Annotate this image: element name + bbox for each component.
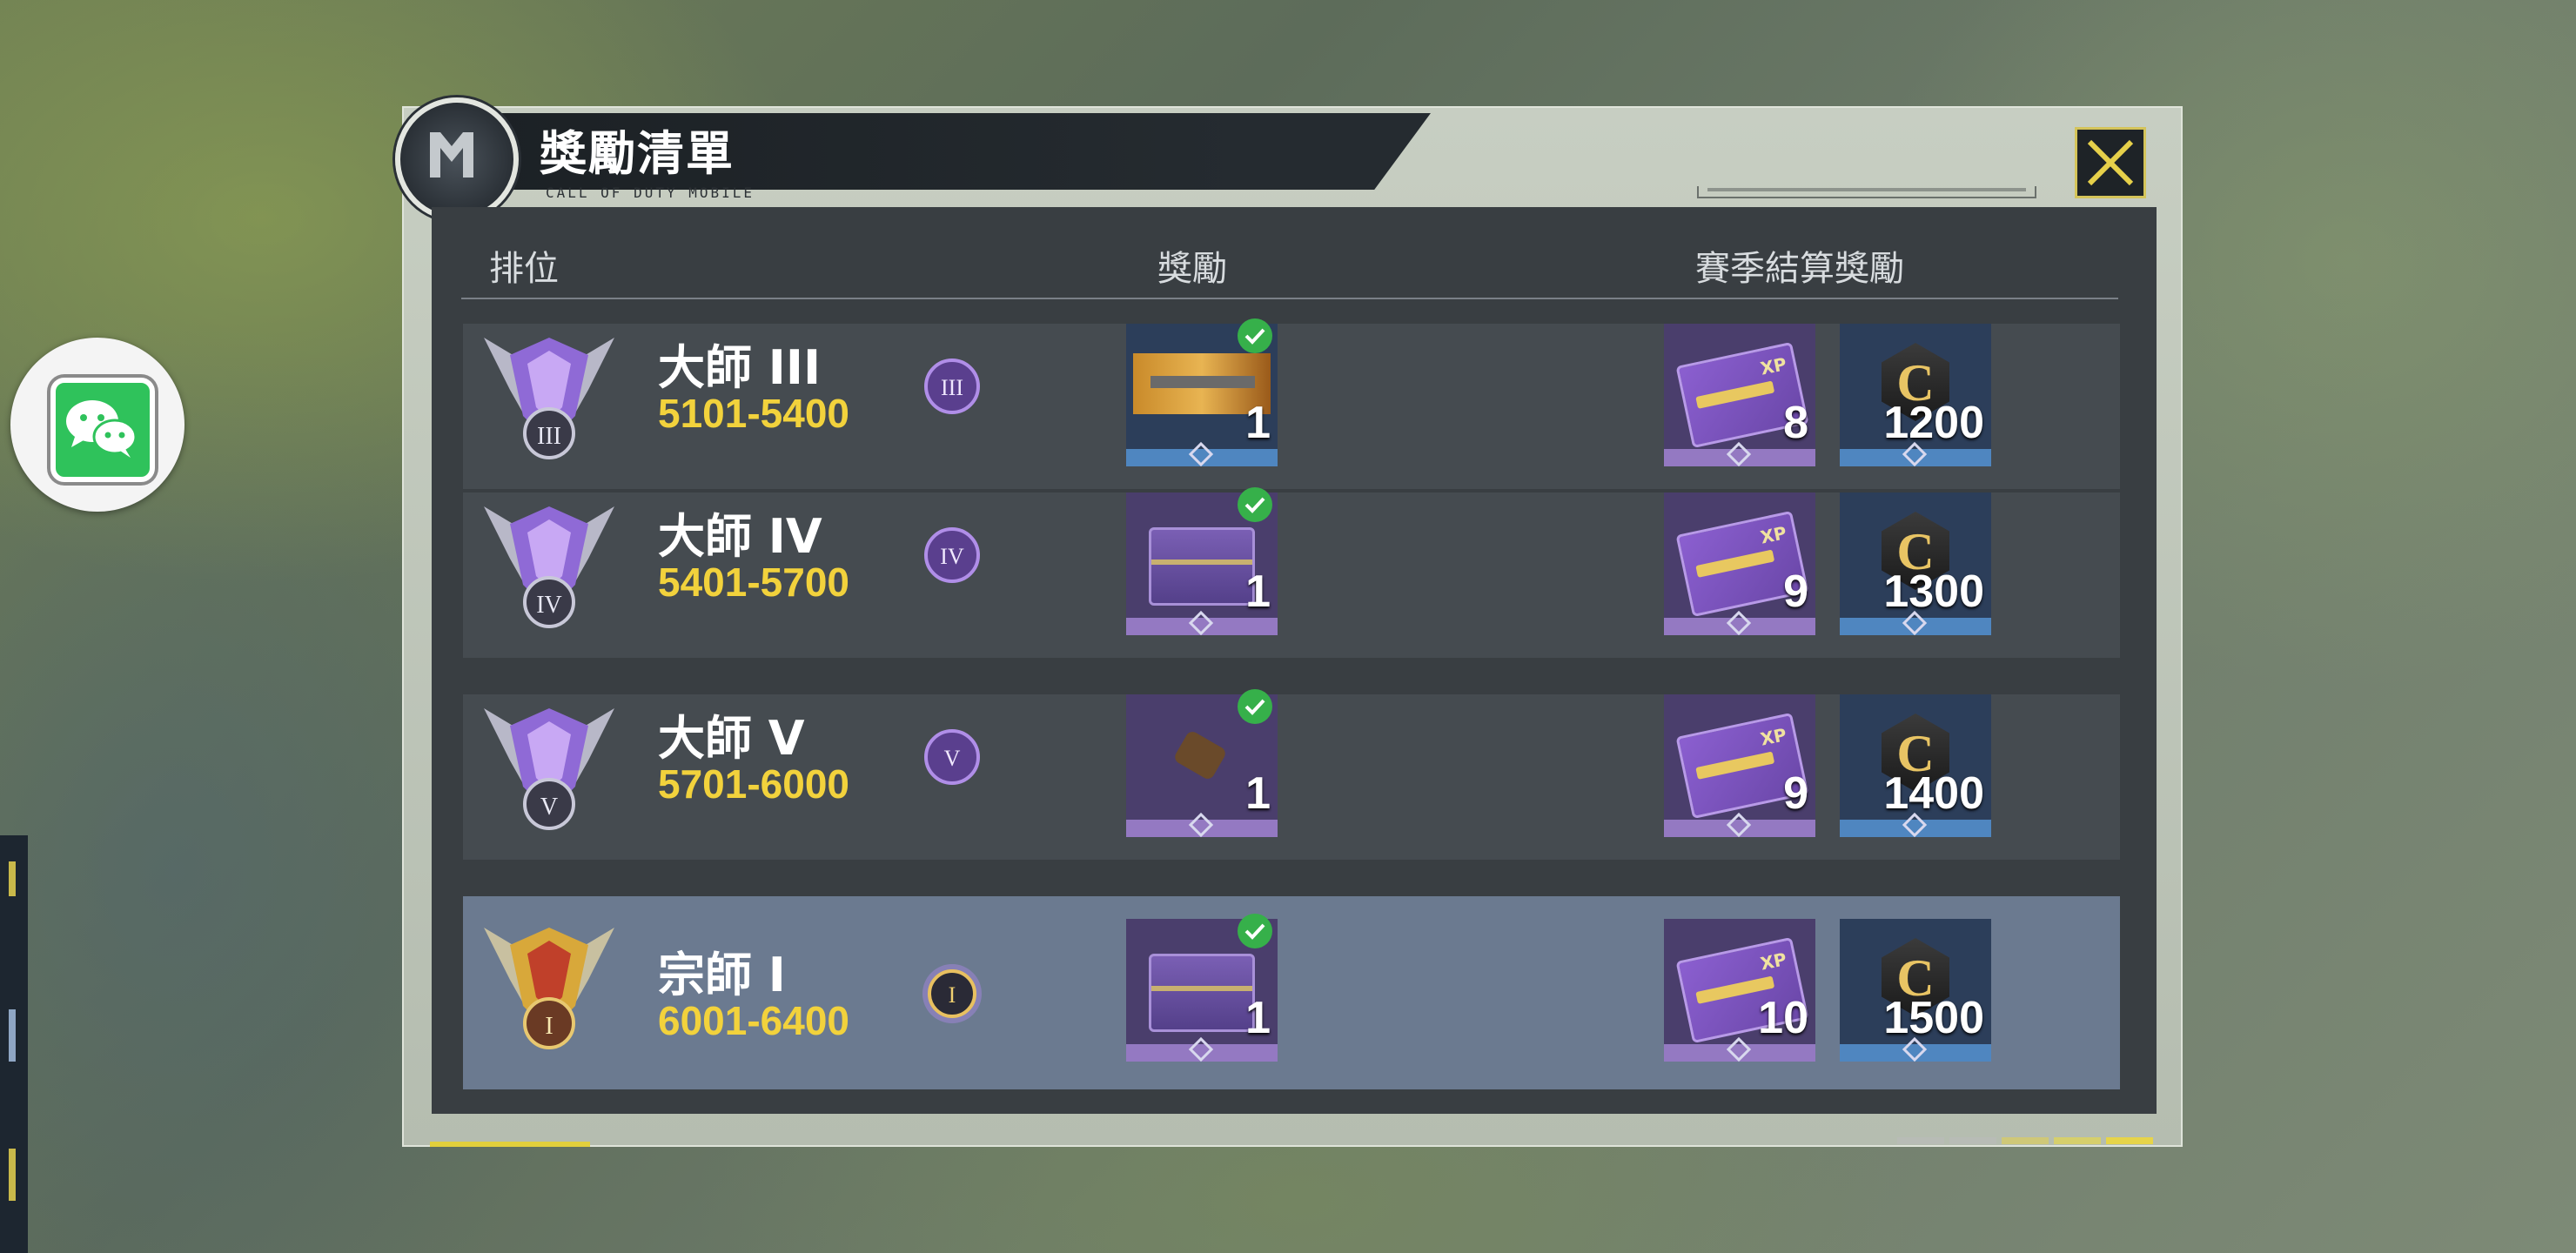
cp-count: 1300 — [1883, 566, 1984, 617]
cp-reward[interactable]: C 1300 — [1840, 492, 1991, 636]
cp-reward[interactable]: C 1400 — [1840, 694, 1991, 838]
rank-name: 大師 IV — [658, 509, 822, 564]
master-rank-medal-icon: V — [484, 708, 614, 830]
svg-text:III: III — [941, 375, 963, 400]
pagination-indicator — [1897, 1131, 2158, 1148]
header-progress-bar — [1697, 186, 2036, 198]
close-button[interactable] — [2075, 127, 2146, 198]
check-icon — [1238, 689, 1272, 724]
table-row[interactable]: III 大師 III 5101-5400 III 1 XP 8 C 1200 — [463, 318, 2120, 489]
xp-card-count: 10 — [1758, 993, 1808, 1043]
close-icon — [2087, 139, 2134, 186]
rank-name: 大師 V — [658, 711, 805, 766]
xp-card-reward[interactable]: XP 9 — [1664, 694, 1815, 838]
cp-count: 1400 — [1883, 768, 1984, 819]
xp-card-reward[interactable]: XP 9 — [1664, 492, 1815, 636]
charm-icon — [1172, 729, 1228, 781]
tier-badge-icon: V — [924, 729, 980, 785]
reward-item-card[interactable]: 1 — [1126, 487, 1278, 636]
cp-count: 1500 — [1883, 993, 1984, 1043]
reward-item-card[interactable]: 1 — [1126, 318, 1278, 467]
supply-crate-icon — [1149, 954, 1255, 1032]
rank-range: 5101-5400 — [658, 391, 849, 436]
tier-badge-icon: IV — [924, 527, 980, 583]
xp-card-count: 8 — [1783, 398, 1808, 448]
svg-text:III: III — [537, 423, 561, 450]
rank-range: 5701-6000 — [658, 761, 849, 807]
rank-name: 宗師 I — [658, 948, 786, 1002]
dialog-bottom-accent — [430, 1142, 590, 1147]
cp-reward[interactable]: C 1200 — [1840, 324, 1991, 467]
check-icon — [1238, 487, 1272, 522]
table-row[interactable]: V 大師 V 5701-6000 V 1 XP 9 C 1400 — [463, 689, 2120, 860]
rank-name: 大師 III — [658, 340, 822, 395]
wechat-share-button[interactable] — [10, 338, 184, 512]
xp-card-reward[interactable]: XP 8 — [1664, 324, 1815, 467]
reward-count: 1 — [1245, 398, 1271, 448]
cp-reward[interactable]: C 1500 — [1840, 919, 1991, 1062]
left-edge-strip — [0, 835, 28, 1253]
table-row-selected[interactable]: I 宗師 I 6001-6400 I 1 XP 10 C 1500 — [463, 896, 2120, 1089]
column-header-reward: 獎勵 — [1157, 249, 1227, 289]
reward-count: 1 — [1245, 768, 1271, 819]
supply-crate-icon — [1149, 527, 1255, 606]
check-icon — [1238, 318, 1272, 353]
svg-text:IV: IV — [940, 544, 964, 569]
xp-card-count: 9 — [1783, 768, 1808, 819]
tier-badge-icon: I — [922, 964, 982, 1023]
dialog-subtitle: CALL OF DUTY MOBILE — [546, 184, 755, 201]
master-rank-medal-icon: III — [484, 338, 614, 459]
xp-card-count: 9 — [1783, 566, 1808, 617]
reward-item-card[interactable]: 1 — [1126, 914, 1278, 1062]
svg-text:I: I — [545, 1013, 553, 1040]
header-divider — [461, 298, 2118, 299]
rank-range: 5401-5700 — [658, 559, 849, 605]
svg-text:V: V — [540, 794, 558, 821]
tier-badge-icon: III — [924, 358, 980, 414]
reward-count: 1 — [1245, 566, 1271, 617]
svg-text:IV: IV — [536, 592, 562, 619]
master-rank-medal-icon: IV — [484, 506, 614, 628]
codm-logo-icon — [395, 97, 519, 221]
dialog-title: 獎勵清單 — [540, 126, 735, 181]
column-header-season-reward: 賽季結算獎勵 — [1695, 249, 1904, 289]
svg-text:I: I — [949, 982, 956, 1008]
cp-count: 1200 — [1883, 398, 1984, 448]
xp-card-reward[interactable]: XP 10 — [1664, 919, 1815, 1062]
svg-text:V: V — [944, 746, 961, 771]
reward-count: 1 — [1245, 993, 1271, 1043]
wechat-icon — [50, 378, 155, 482]
reward-item-card[interactable]: 1 — [1126, 689, 1278, 838]
rank-range: 6001-6400 — [658, 998, 849, 1043]
column-header-rank: 排位 — [489, 249, 559, 289]
grandmaster-rank-medal-icon: I — [484, 928, 614, 1049]
table-row[interactable]: IV 大師 IV 5401-5700 IV 1 XP 9 C 1300 — [463, 487, 2120, 658]
check-icon — [1238, 914, 1272, 948]
